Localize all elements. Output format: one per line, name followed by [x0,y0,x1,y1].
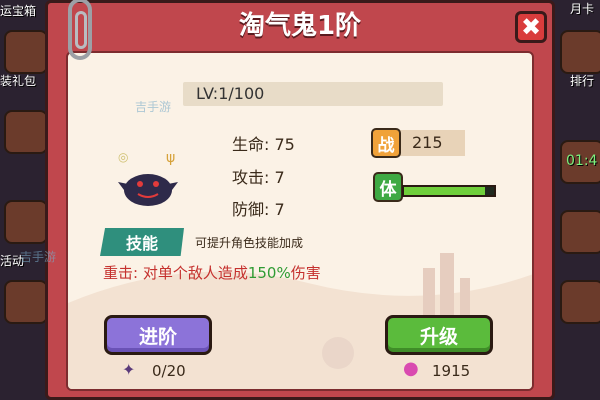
essence-drop-icon: ● [403,358,419,379]
ghost-monster-sprite [118,174,178,206]
close-button[interactable]: ✖ [515,11,547,43]
side-label-gift: 装礼包 [0,74,37,88]
fragment-count: 0/20 [152,362,186,380]
dialog-title: 淘气鬼1阶 [238,11,362,41]
watermark-left: 吉手游 [20,250,57,264]
stamina-bar-fill [404,187,485,195]
level-text: LV:1/100 [196,84,265,103]
skill-effect-suffix: 伤害 [290,264,321,282]
gift-pack-icon[interactable] [4,110,48,154]
shield-icon[interactable] [560,280,600,324]
advance-button[interactable]: 进阶 [104,315,212,355]
skill-effect-highlight: 150% [247,264,291,282]
watermark: 吉手游 [135,100,172,114]
trident-icon: ψ [166,150,176,166]
side-timer: 01:4 [566,153,598,169]
stamina-badge: 体 [373,172,403,202]
side-label-rank: 排行 [570,74,595,88]
skill-effect: 重击: 对单个敌人造成150%伤害 [103,262,321,283]
side-label-monthly: 月卡 [570,2,595,16]
event-icon[interactable] [4,200,48,244]
paperclip-inner-icon [75,11,87,49]
stat-hp: 生命: 75 [232,135,295,154]
treasure-box-icon[interactable] [4,30,48,74]
skill-tag: 技能 [100,228,184,256]
skill-description: 可提升角色技能加成 [195,236,304,250]
halo-icon: ◎ [118,150,129,164]
upgrade-button[interactable]: 升级 [385,315,493,355]
fragment-icon: ✦ [122,360,136,379]
monthly-card-icon[interactable] [560,30,600,74]
stat-attack: 攻击: 7 [232,168,285,187]
essence-count: 1915 [432,362,471,380]
power-value: 215 [412,133,443,152]
sword-icon[interactable] [560,210,600,254]
power-badge: 战 [371,128,401,158]
stat-defense: 防御: 7 [232,200,285,219]
side-label-treasure: 运宝箱 [0,4,37,18]
gear-icon[interactable] [4,280,48,324]
skill-effect-prefix: 重击: 对单个敌人造成 [103,264,248,282]
